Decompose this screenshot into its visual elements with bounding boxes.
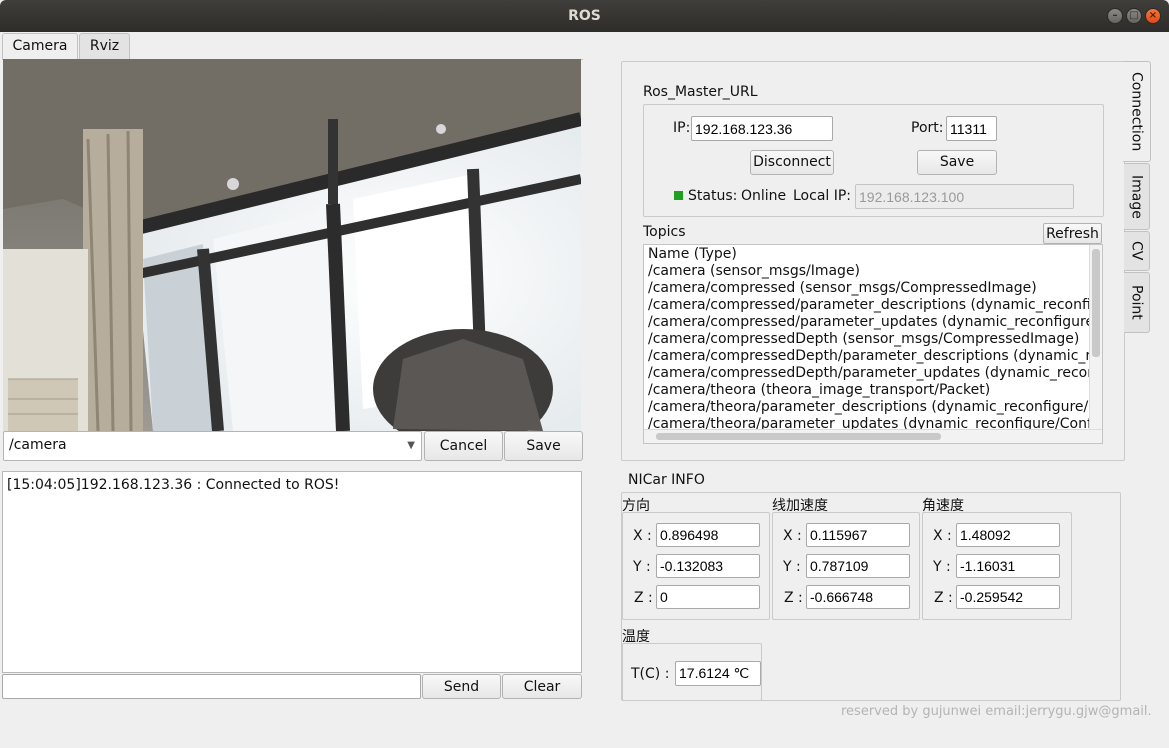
horizontal-scroll-thumb[interactable] bbox=[656, 433, 941, 440]
clear-button[interactable]: Clear bbox=[502, 674, 582, 699]
angular-velocity-x-field[interactable] bbox=[956, 523, 1060, 547]
orientation-y-field[interactable] bbox=[656, 554, 760, 578]
footer-credit: reserved by gujunwei email:jerrygu.gjw@g… bbox=[841, 704, 1152, 719]
camera-image bbox=[3, 59, 581, 431]
temperature-label: T(C) : bbox=[631, 666, 670, 682]
orientation-y-label: Y : bbox=[633, 559, 651, 575]
side-tab-cv[interactable]: CV bbox=[1124, 231, 1150, 271]
horizontal-scrollbar[interactable] bbox=[644, 429, 1102, 443]
angular-velocity-x-label: X : bbox=[933, 528, 952, 544]
chevron-down-icon: ▼ bbox=[407, 440, 415, 451]
tab-camera[interactable]: Camera bbox=[2, 33, 78, 60]
send-button[interactable]: Send bbox=[422, 674, 501, 699]
log-line: [15:04:05]192.168.123.36 : Connected to … bbox=[7, 477, 340, 493]
linear-accel-z-field[interactable] bbox=[806, 585, 910, 609]
ip-field[interactable] bbox=[691, 116, 833, 141]
port-field[interactable] bbox=[946, 116, 997, 141]
connection-save-button[interactable]: Save bbox=[917, 150, 997, 175]
local-ip-field bbox=[855, 184, 1074, 209]
topic-item[interactable]: Name (Type) bbox=[648, 246, 737, 263]
nicar-info-title: NICar INFO bbox=[628, 472, 705, 488]
message-input[interactable] bbox=[2, 674, 421, 699]
status-indicator bbox=[674, 191, 683, 200]
refresh-button[interactable]: Refresh bbox=[1043, 223, 1102, 244]
log-output[interactable]: [15:04:05]192.168.123.36 : Connected to … bbox=[2, 471, 582, 673]
orientation-z-field[interactable] bbox=[656, 585, 760, 609]
ros-master-url-title: Ros_Master_URL bbox=[643, 84, 758, 100]
camera-save-button[interactable]: Save bbox=[504, 431, 583, 461]
linear-accel-y-label: Y : bbox=[783, 559, 801, 575]
angular-velocity-y-field[interactable] bbox=[956, 554, 1060, 578]
tab-rviz[interactable]: Rviz bbox=[79, 33, 130, 59]
topic-item[interactable]: /camera/compressed/parameter_updates (dy… bbox=[648, 314, 1102, 331]
topic-item[interactable]: /camera/compressedDepth (sensor_msgs/Com… bbox=[648, 331, 1079, 348]
angular-velocity-z-label: Z : bbox=[934, 590, 953, 606]
orientation-z-label: Z : bbox=[634, 590, 653, 606]
side-tab-image[interactable]: Image bbox=[1124, 163, 1150, 230]
topic-item[interactable]: /camera/compressed/parameter_description… bbox=[648, 297, 1102, 314]
disconnect-button[interactable]: Disconnect bbox=[750, 150, 834, 175]
vertical-scrollbar[interactable] bbox=[1089, 245, 1102, 430]
close-icon[interactable]: × bbox=[1145, 8, 1161, 24]
topics-title: Topics bbox=[643, 224, 686, 240]
topic-item[interactable]: /camera/compressed (sensor_msgs/Compress… bbox=[648, 280, 1037, 297]
side-tab-connection[interactable]: Connection bbox=[1123, 61, 1151, 162]
topic-item[interactable]: /camera (sensor_msgs/Image) bbox=[648, 263, 860, 280]
angular-velocity-y-label: Y : bbox=[933, 559, 951, 575]
orientation-x-field[interactable] bbox=[656, 523, 760, 547]
port-label: Port: bbox=[911, 120, 944, 136]
topic-item[interactable]: /camera/theora/parameter_descriptions (d… bbox=[648, 399, 1102, 416]
minimize-icon[interactable]: – bbox=[1107, 8, 1123, 24]
topics-list[interactable]: Name (Type) /camera (sensor_msgs/Image) … bbox=[643, 244, 1103, 444]
window-title: ROS bbox=[568, 8, 601, 24]
topic-select-value: /camera bbox=[9, 437, 67, 453]
temperature-field[interactable] bbox=[675, 661, 761, 686]
local-ip-label: Local IP: bbox=[793, 188, 852, 204]
linear-accel-x-label: X : bbox=[783, 528, 802, 544]
ip-label: IP: bbox=[673, 120, 691, 136]
linear-accel-z-label: Z : bbox=[784, 590, 803, 606]
status-label: Status: bbox=[688, 188, 738, 204]
maximize-icon[interactable]: □ bbox=[1126, 8, 1142, 24]
topic-item[interactable]: /camera/theora (theora_image_transport/P… bbox=[648, 382, 990, 399]
cancel-button[interactable]: Cancel bbox=[424, 431, 503, 461]
linear-accel-x-field[interactable] bbox=[806, 523, 910, 547]
side-tab-point[interactable]: Point bbox=[1124, 272, 1150, 333]
orientation-x-label: X : bbox=[633, 528, 652, 544]
vertical-scroll-thumb[interactable] bbox=[1092, 249, 1100, 357]
angular-velocity-z-field[interactable] bbox=[956, 585, 1060, 609]
topic-select[interactable]: /camera ▼ bbox=[3, 431, 422, 461]
linear-accel-y-field[interactable] bbox=[806, 554, 910, 578]
topic-item[interactable]: /camera/compressedDepth/parameter_descri… bbox=[648, 348, 1102, 365]
status-value: Online bbox=[741, 188, 787, 204]
topic-item[interactable]: /camera/compressedDepth/parameter_update… bbox=[648, 365, 1102, 382]
